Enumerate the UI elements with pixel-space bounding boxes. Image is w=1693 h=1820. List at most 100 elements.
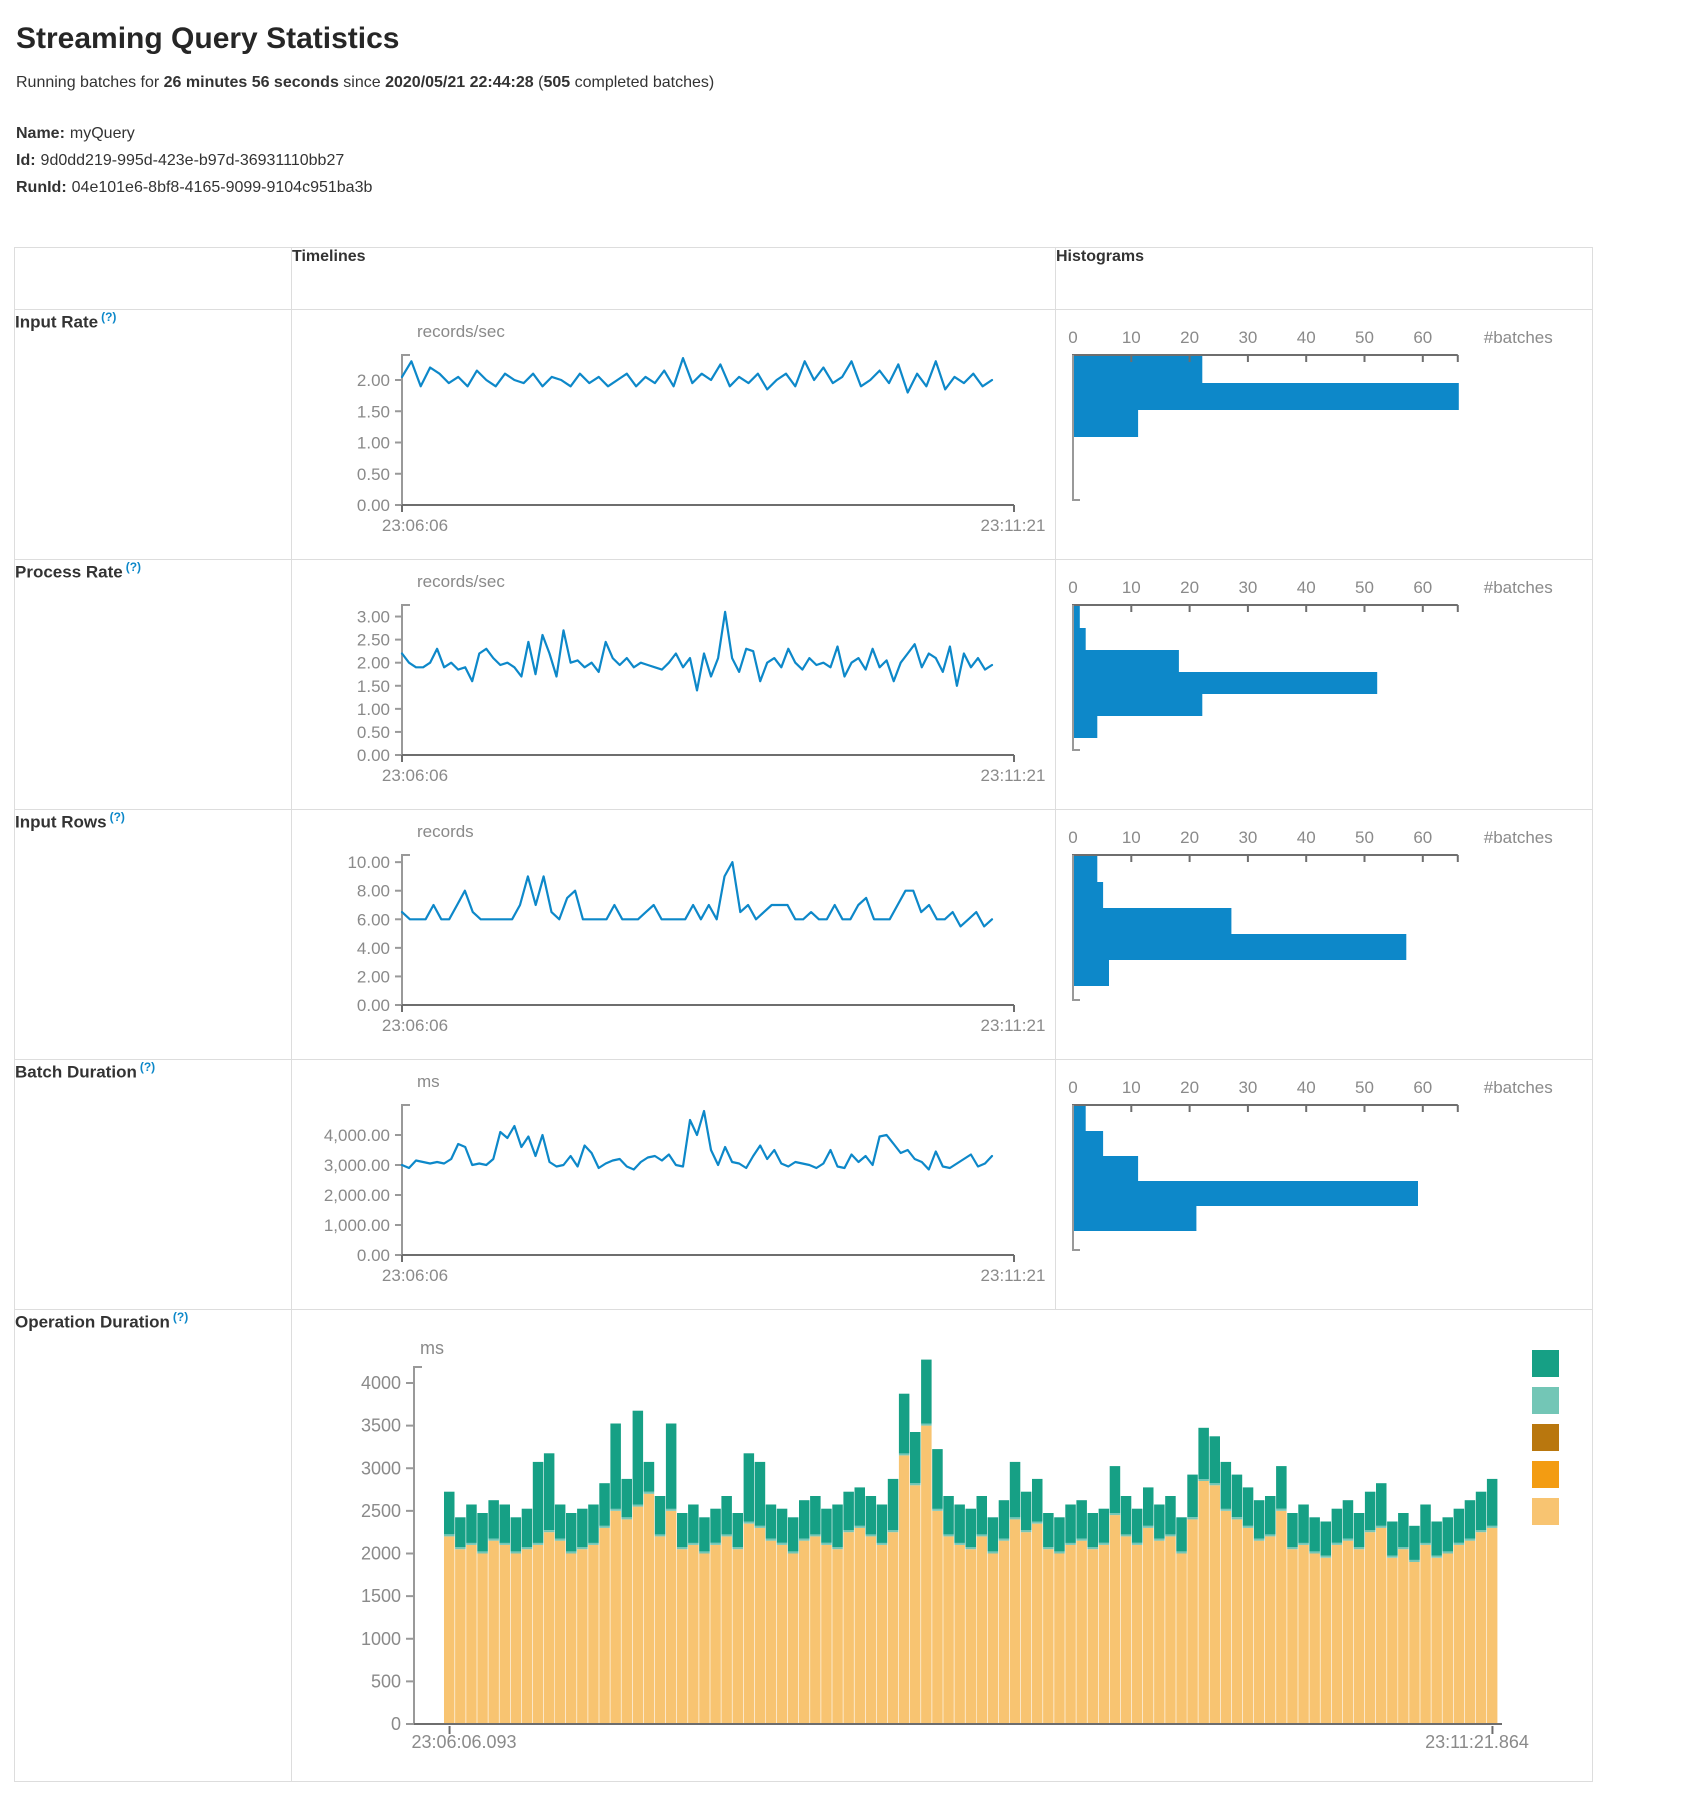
help-icon[interactable]: (?)	[126, 560, 141, 574]
svg-text:1500: 1500	[361, 1586, 401, 1606]
header-timelines: Timelines	[292, 248, 1056, 310]
legend-swatch	[1532, 1498, 1559, 1525]
help-icon[interactable]: (?)	[140, 1060, 155, 1074]
svg-text:2.50: 2.50	[357, 631, 390, 650]
svg-text:1.50: 1.50	[357, 402, 390, 421]
svg-text:1.00: 1.00	[357, 700, 390, 719]
query-id-label: Id:	[16, 152, 36, 169]
batch-duration-histogram-cell: 0102030405060#batches	[1056, 1060, 1593, 1310]
operation-duration-stacked-chart: ms0500100015002000250030003500400023:06:…	[292, 1310, 1591, 1781]
row-label-text: Batch Duration	[15, 1063, 137, 1082]
table-row-batch-duration: Batch Duration(?) ms 0.00 1,000.00 2,000.00…	[15, 1060, 1593, 1310]
svg-text:1.50: 1.50	[357, 677, 390, 696]
help-icon[interactable]: (?)	[110, 810, 125, 824]
svg-text:1,000.00: 1,000.00	[324, 1216, 390, 1235]
svg-text:60: 60	[1413, 1078, 1432, 1097]
query-meta: Name:myQuery Id: 9d0dd219-995d-423e-b97d-…	[16, 120, 1693, 201]
svg-text:60: 60	[1413, 578, 1432, 597]
streaming-query-statistics-page: Streaming Query Statistics Running batch…	[0, 0, 1693, 1782]
query-runid-value: 04e101e6-8bf8-4165-9099-9104c951ba3b	[72, 179, 373, 196]
process-rate-histogram-cell: 0102030405060#batches	[1056, 560, 1593, 810]
svg-text:#batches: #batches	[1484, 578, 1553, 597]
svg-text:23:06:06: 23:06:06	[382, 516, 448, 535]
svg-text:23:06:06: 23:06:06	[382, 1016, 448, 1035]
svg-text:30: 30	[1238, 578, 1257, 597]
query-name-line: Name:myQuery	[16, 120, 1693, 147]
running-batches-summary: Running batches for 26 minutes 56 second…	[16, 74, 1693, 92]
svg-text:#batches: #batches	[1484, 828, 1553, 847]
svg-text:2.00: 2.00	[357, 371, 390, 390]
help-icon[interactable]: (?)	[101, 310, 116, 324]
svg-text:30: 30	[1238, 1078, 1257, 1097]
svg-text:40: 40	[1297, 828, 1316, 847]
row-label-text: Input Rate	[15, 313, 98, 332]
table-row-input-rows: Input Rows(?) records0.002.004.006.008.0…	[15, 810, 1593, 1060]
svg-text:23:11:21: 23:11:21	[981, 766, 1046, 785]
svg-text:30: 30	[1238, 328, 1257, 347]
legend-swatch	[1532, 1350, 1559, 1377]
summary-since: since	[339, 74, 385, 91]
svg-text:3000: 3000	[361, 1458, 401, 1478]
query-runid-label: RunId:	[16, 179, 67, 196]
svg-text:50: 50	[1355, 828, 1374, 847]
row-label-text: Operation Duration	[15, 1313, 170, 1332]
svg-text:23:11:21.864: 23:11:21.864	[1425, 1732, 1529, 1752]
stats-table: Timelines Histograms Input Rate(?) recor…	[14, 247, 1593, 1782]
row-label-input-rate: Input Rate(?)	[15, 310, 292, 560]
svg-text:10: 10	[1122, 1078, 1141, 1097]
input-rows-timeline-cell: records0.002.004.006.008.0010.0023:06:06…	[292, 810, 1056, 1060]
svg-text:23:06:06: 23:06:06	[382, 1266, 448, 1285]
svg-text:4000: 4000	[361, 1373, 401, 1393]
svg-text:records/sec: records/sec	[417, 322, 505, 341]
svg-text:500: 500	[371, 1671, 401, 1691]
table-row-process-rate: Process Rate(?) records/sec0.000.501.001…	[15, 560, 1593, 810]
svg-text:2.00: 2.00	[357, 967, 390, 986]
summary-timestamp: 2020/05/21 22:44:28	[385, 74, 534, 91]
svg-text:0: 0	[1068, 828, 1077, 847]
svg-text:3500: 3500	[361, 1416, 401, 1436]
summary-batch-count: 505	[543, 74, 570, 91]
input-rate-histogram-cell: 0102030405060#batches	[1056, 310, 1593, 560]
batch-duration-timeline-chart: ms0.001,000.002,000.003,000.004,000.0023…	[292, 1060, 1054, 1309]
svg-text:0.00: 0.00	[357, 1246, 390, 1265]
query-runid-line: RunId: 04e101e6-8bf8-4165-9099-9104c951ba…	[16, 174, 1693, 201]
svg-text:60: 60	[1413, 328, 1432, 347]
svg-text:records: records	[417, 822, 474, 841]
row-label-batch-duration: Batch Duration(?)	[15, 1060, 292, 1310]
svg-text:40: 40	[1297, 328, 1316, 347]
summary-suffix: completed batches)	[570, 74, 714, 91]
svg-text:0.50: 0.50	[357, 723, 390, 742]
svg-text:50: 50	[1355, 578, 1374, 597]
svg-text:0.00: 0.00	[357, 496, 390, 515]
legend-swatch	[1532, 1387, 1559, 1414]
svg-text:10: 10	[1122, 328, 1141, 347]
svg-text:ms: ms	[417, 1072, 440, 1091]
svg-text:50: 50	[1355, 328, 1374, 347]
summary-paren: (	[534, 74, 544, 91]
process-rate-histogram-chart: 0102030405060#batches	[1056, 560, 1591, 809]
input-rate-timeline-cell: records/sec0.000.501.001.502.0023:06:062…	[292, 310, 1056, 560]
batch-duration-timeline-cell: ms0.001,000.002,000.003,000.004,000.0023…	[292, 1060, 1056, 1310]
svg-text:#batches: #batches	[1484, 328, 1553, 347]
batch-duration-histogram-chart: 0102030405060#batches	[1056, 1060, 1591, 1309]
svg-text:20: 20	[1180, 828, 1199, 847]
svg-text:0: 0	[1068, 1078, 1077, 1097]
row-label-process-rate: Process Rate(?)	[15, 560, 292, 810]
input-rate-histogram-chart: 0102030405060#batches	[1056, 310, 1591, 559]
svg-text:ms: ms	[420, 1338, 444, 1358]
svg-text:10: 10	[1122, 828, 1141, 847]
svg-text:0: 0	[1068, 578, 1077, 597]
svg-text:40: 40	[1297, 578, 1316, 597]
svg-text:60: 60	[1413, 828, 1432, 847]
process-rate-timeline-chart: records/sec0.000.501.001.502.002.503.002…	[292, 560, 1054, 809]
query-id-value: 9d0dd219-995d-423e-b97d-36931110bb27	[41, 152, 345, 169]
input-rows-timeline-chart: records0.002.004.006.008.0010.0023:06:06…	[292, 810, 1054, 1059]
legend-swatch	[1532, 1461, 1559, 1488]
svg-text:2500: 2500	[361, 1501, 401, 1521]
svg-text:2,000.00: 2,000.00	[324, 1186, 390, 1205]
help-icon[interactable]: (?)	[173, 1310, 188, 1324]
svg-text:records/sec: records/sec	[417, 572, 505, 591]
svg-text:30: 30	[1238, 828, 1257, 847]
svg-text:1000: 1000	[361, 1629, 401, 1649]
svg-text:23:11:21: 23:11:21	[981, 516, 1046, 535]
